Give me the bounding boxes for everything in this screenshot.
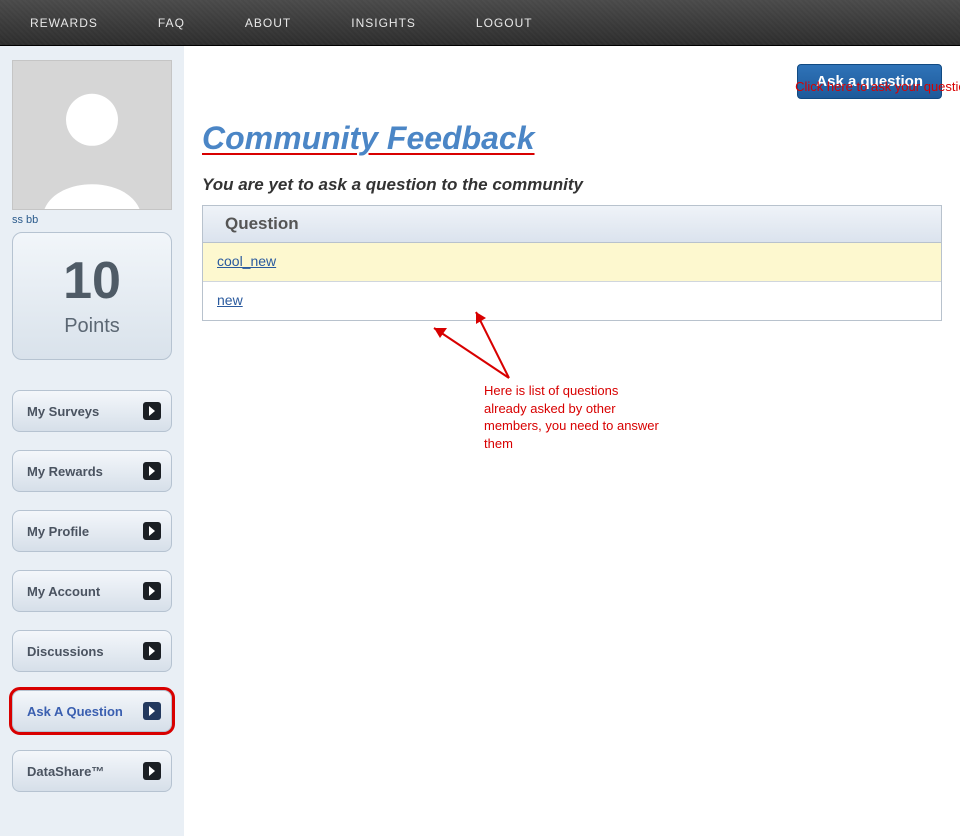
nav-about[interactable]: ABOUT <box>245 16 291 30</box>
points-value: 10 <box>13 251 171 311</box>
sidebar-item-my-rewards[interactable]: My Rewards <box>12 450 172 492</box>
nav-faq[interactable]: FAQ <box>158 16 185 30</box>
annotation-list: Here is list of questions already asked … <box>484 382 664 452</box>
main-content: Ask a question Click here to ask your qu… <box>184 46 960 836</box>
question-link[interactable]: cool_new <box>217 253 276 269</box>
sidebar-item-label: My Account <box>27 584 100 599</box>
play-icon <box>143 462 161 480</box>
sidebar-item-label: Discussions <box>27 644 104 659</box>
table-row: new <box>203 282 941 320</box>
question-table: Question cool_new new <box>202 205 942 321</box>
annotation-ask: Click here to ask your question <box>794 78 960 96</box>
play-icon <box>143 702 161 720</box>
play-icon <box>143 582 161 600</box>
table-row: cool_new <box>203 243 941 282</box>
play-icon <box>143 402 161 420</box>
sidebar-item-my-account[interactable]: My Account <box>12 570 172 612</box>
sidebar-item-label: Ask A Question <box>27 704 123 719</box>
sidebar-item-label: My Rewards <box>27 464 103 479</box>
question-table-header: Question <box>203 206 941 243</box>
avatar-placeholder-icon <box>32 82 152 210</box>
sidebar-item-my-surveys[interactable]: My Surveys <box>12 390 172 432</box>
sidebar-item-data-share[interactable]: DataShare™ <box>12 750 172 792</box>
top-nav: REWARDS FAQ ABOUT INSIGHTS LOGOUT <box>0 0 960 46</box>
play-icon <box>143 762 161 780</box>
sidebar-item-my-profile[interactable]: My Profile <box>12 510 172 552</box>
points-card: 10 Points <box>12 232 172 360</box>
sidebar: ss bb 10 Points My Surveys My Rewards My… <box>0 46 184 836</box>
page-title: Community Feedback <box>202 120 535 157</box>
avatar <box>12 60 172 210</box>
sidebar-item-label: DataShare™ <box>27 764 104 779</box>
sidebar-item-label: My Profile <box>27 524 89 539</box>
nav-rewards[interactable]: REWARDS <box>30 16 98 30</box>
sidebar-item-discussions[interactable]: Discussions <box>12 630 172 672</box>
sidebar-item-ask-a-question[interactable]: Ask A Question <box>12 690 172 732</box>
points-label: Points <box>13 315 171 338</box>
sidebar-item-label: My Surveys <box>27 404 99 419</box>
nav-logout[interactable]: LOGOUT <box>476 16 533 30</box>
username-label: ss bb <box>12 214 172 226</box>
play-icon <box>143 642 161 660</box>
play-icon <box>143 522 161 540</box>
nav-insights[interactable]: INSIGHTS <box>351 16 416 30</box>
page-subtitle: You are yet to ask a question to the com… <box>202 175 942 195</box>
question-link[interactable]: new <box>217 292 243 308</box>
